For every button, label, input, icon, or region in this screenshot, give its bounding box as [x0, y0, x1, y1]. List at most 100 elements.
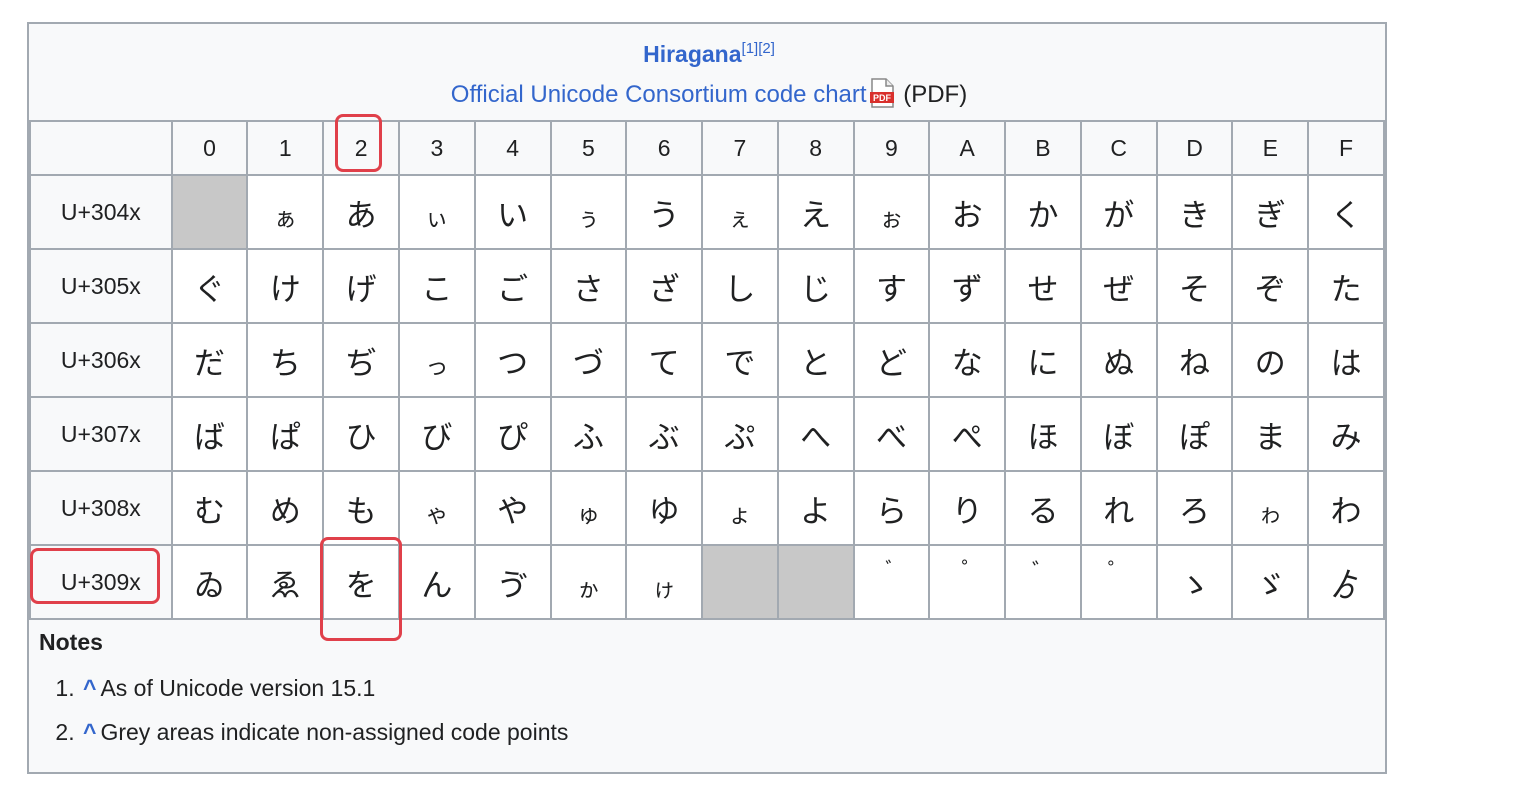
table-row: U+306x だちぢっつづてでとどなにぬねのは	[29, 322, 1385, 398]
character-cell: ご	[473, 248, 552, 324]
character-cell: ゎ	[1231, 470, 1310, 546]
note-item: ^As of Unicode version 15.1	[81, 666, 1369, 710]
character-cell: だ	[170, 322, 249, 398]
row-header: U+304x	[29, 174, 173, 250]
character-cell: ゅ	[549, 470, 628, 546]
character-cell: の	[1231, 322, 1310, 398]
character-cell: ま	[1231, 396, 1310, 472]
character-cell: ぶ	[625, 396, 704, 472]
character-cell: く	[1307, 174, 1385, 250]
character-cell: お	[928, 174, 1007, 250]
character-cell: ぜ	[1079, 248, 1158, 324]
character-cell: ず	[928, 248, 1007, 324]
column-header-1: 1	[246, 120, 325, 176]
character-cell: へ	[776, 396, 855, 472]
character-cell: ゙	[852, 544, 931, 620]
column-header-7: 7	[701, 120, 779, 176]
table-row: U+309xゐゑをんゔゕゖ゙゚゛゜ゝゞゟ	[29, 544, 1385, 620]
character-cell: ぁ	[246, 174, 325, 250]
note-backlink[interactable]: ^	[83, 675, 96, 701]
character-cell: で	[701, 322, 779, 398]
column-header-d: D	[1155, 120, 1234, 176]
character-cell: つ	[473, 322, 552, 398]
character-cell: ろ	[1155, 470, 1234, 546]
character-cell: ん	[397, 544, 476, 620]
character-cell: ぅ	[549, 174, 628, 250]
character-cell: さ	[549, 248, 628, 324]
column-header-6: 6	[625, 120, 704, 176]
reference-links[interactable]: [1][2]	[742, 40, 775, 57]
table-row: U+304x ぁあぃいぅうぇえぉおかがきぎく	[29, 174, 1385, 250]
column-header-3: 3	[397, 120, 476, 176]
caption-subtitle-line: Official Unicode Consortium code chart PD…	[29, 78, 1389, 110]
corner-cell	[29, 120, 173, 176]
character-cell: ぎ	[1231, 174, 1310, 250]
character-cell: り	[928, 470, 1007, 546]
pdf-label: (PDF)	[903, 81, 968, 108]
character-cell: ぱ	[246, 396, 325, 472]
pdf-file-icon: PDF	[869, 78, 895, 108]
character-cell: ふ	[549, 396, 628, 472]
character-cell: み	[1307, 396, 1385, 472]
note-item: ^Grey areas indicate non-assigned code p…	[81, 710, 1369, 754]
character-cell: は	[1307, 322, 1385, 398]
note-backlink[interactable]: ^	[83, 719, 96, 745]
character-cell: こ	[397, 248, 476, 324]
column-header-8: 8	[776, 120, 855, 176]
character-cell: も	[322, 470, 400, 546]
character-cell: る	[1004, 470, 1082, 546]
column-header-5: 5	[549, 120, 628, 176]
character-cell: じ	[776, 248, 855, 324]
character-cell: ひ	[322, 396, 400, 472]
character-cell: よ	[776, 470, 855, 546]
character-cell: え	[776, 174, 855, 250]
note-text: Grey areas indicate non-assigned code po…	[100, 719, 569, 745]
notes-heading: Notes	[39, 629, 103, 655]
character-cell: そ	[1155, 248, 1234, 324]
notes-list: ^As of Unicode version 15.1 ^Grey areas …	[39, 666, 1369, 754]
unassigned-cell	[776, 544, 855, 620]
character-cell: ゕ	[549, 544, 628, 620]
character-cell: ぃ	[397, 174, 476, 250]
character-cell: ぷ	[701, 396, 779, 472]
unassigned-cell	[701, 544, 779, 620]
character-cell: ゝ	[1155, 544, 1234, 620]
hiragana-title-link[interactable]: Hiragana	[643, 41, 741, 67]
character-cell: れ	[1079, 470, 1158, 546]
character-cell: う	[625, 174, 704, 250]
notes-section: Notes ^As of Unicode version 15.1 ^Grey …	[39, 624, 1369, 754]
character-cell: べ	[852, 396, 931, 472]
character-cell: げ	[322, 248, 400, 324]
character-cell: し	[701, 248, 779, 324]
character-cell: や	[473, 470, 552, 546]
character-cell: ゜	[1079, 544, 1158, 620]
character-cell: ね	[1155, 322, 1234, 398]
table-row: U+305x ぐけげこごさざしじすずせぜそぞた	[29, 248, 1385, 324]
character-cell: な	[928, 322, 1007, 398]
character-cell: を	[322, 544, 400, 620]
character-cell: に	[1004, 322, 1082, 398]
row-header: U+306x	[29, 322, 173, 398]
table-caption: Hiragana[1][2] Official Unicode Consorti…	[29, 24, 1389, 120]
character-cell: ぉ	[852, 174, 931, 250]
character-cell: ぽ	[1155, 396, 1234, 472]
column-header-0: 0	[170, 120, 249, 176]
character-cell: ゔ	[473, 544, 552, 620]
column-header-b: B	[1004, 120, 1082, 176]
character-cell: ゑ	[246, 544, 325, 620]
character-cell: か	[1004, 174, 1082, 250]
character-cell: と	[776, 322, 855, 398]
character-cell: せ	[1004, 248, 1082, 324]
character-cell: ど	[852, 322, 931, 398]
character-cell: て	[625, 322, 704, 398]
character-cell: ぐ	[170, 248, 249, 324]
character-cell: ぢ	[322, 322, 400, 398]
column-header-9: 9	[852, 120, 931, 176]
svg-text:PDF: PDF	[873, 93, 892, 103]
character-cell: ぬ	[1079, 322, 1158, 398]
character-cell: ぴ	[473, 396, 552, 472]
character-cell: ゛	[1004, 544, 1082, 620]
code-point-grid: 0123456789ABCDEF U+304x ぁあぃいぅうぇえぉおかがきぎく U+…	[29, 120, 1385, 620]
character-cell: が	[1079, 174, 1158, 250]
unicode-chart-link[interactable]: Official Unicode Consortium code chart	[451, 81, 867, 108]
